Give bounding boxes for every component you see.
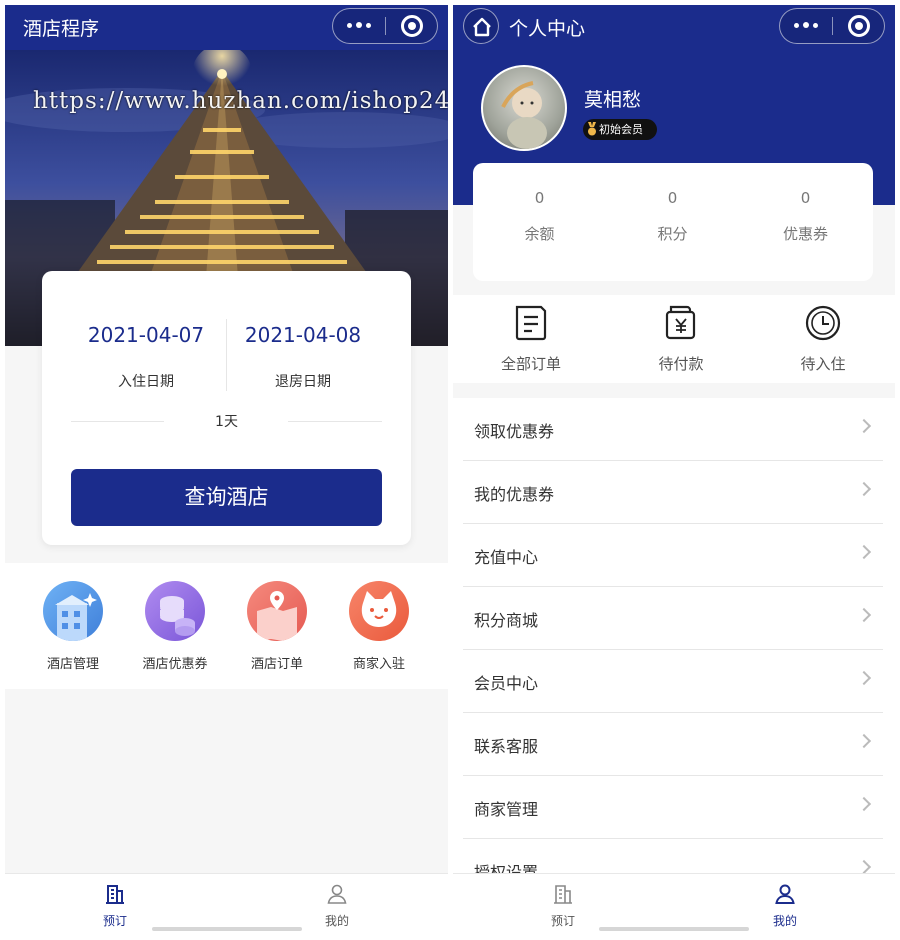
stat-points[interactable]: 0 积分 [606,189,739,244]
map-pin-icon [247,581,307,641]
booking-card: 2021-04-07 入住日期 2021-04-08 退房日期 1天 查询酒店 [42,271,411,545]
hotel-building-icon [43,581,103,641]
chevron-right-icon [856,418,872,434]
order-all[interactable]: 全部订单 [461,303,601,374]
checkin-date[interactable]: 2021-04-07 [66,323,226,347]
user-name: 莫相愁 [584,89,642,111]
stat-value: 0 [534,189,545,207]
menu-capsule[interactable] [779,8,885,44]
chevron-right-icon [856,796,872,812]
menu-item-label: 充值中心 [474,548,539,567]
chevron-right-icon [856,481,872,497]
nights-line-right [288,421,382,422]
shortcut-merchant-join[interactable]: 商家入驻 [328,581,430,672]
stat-balance[interactable]: 0 余额 [473,189,606,244]
close-mini-program-icon[interactable] [401,15,423,37]
tab-mine[interactable]: 我的 [277,882,397,929]
tab-booking[interactable]: 预订 [503,882,623,929]
menu-item-label: 会员中心 [474,674,539,693]
menu-item-label: 积分商城 [474,611,539,630]
menu-item-label: 领取优惠券 [474,422,555,441]
member-level: 初始会员 [599,123,643,136]
home-indicator [151,927,302,931]
page-title: 酒店程序 [23,18,100,40]
menu-item-customer-service[interactable]: 联系客服 [463,713,883,776]
yuan-wallet-icon [665,305,696,340]
more-icon[interactable] [794,15,820,35]
menu-item-label: 联系客服 [474,737,539,756]
shortcut-label: 酒店订单 [250,657,303,672]
shortcut-hotel-order[interactable]: 酒店订单 [226,581,328,672]
order-label: 待入住 [800,355,846,373]
menu-item-merchant-management[interactable]: 商家管理 [463,776,883,839]
tab-mine[interactable]: 我的 [725,882,845,929]
tab-bar: 预订 我的 [453,873,895,935]
stat-label: 余额 [524,225,555,243]
medal-icon [588,122,596,136]
building-icon [554,885,572,904]
shortcut-hotel-management[interactable]: 酒店管理 [22,581,124,672]
shortcut-label: 酒店管理 [46,657,99,672]
order-label: 全部订单 [500,355,561,373]
menu-item-label: 我的优惠券 [474,485,555,504]
chevron-right-icon [856,670,872,686]
coin-stack-icon [145,581,205,641]
order-shortcuts: 全部订单 待付款 待入住 [453,295,895,383]
home-indicator [599,927,749,931]
building-icon [106,885,124,904]
menu-item-points-mall[interactable]: 积分商城 [463,587,883,650]
member-badge: 初始会员 [583,119,657,140]
chevron-right-icon [856,544,872,560]
stat-label: 优惠券 [782,225,828,243]
navbar: 个人中心 [453,5,895,50]
stat-coupons[interactable]: 0 优惠券 [739,189,872,244]
booking-screen: 酒店程序 https://www.huzhan.com/ishop24 2021… [5,5,448,935]
menu-item-member-center[interactable]: 会员中心 [463,650,883,713]
user-icon [775,884,795,904]
order-label: 待付款 [658,355,704,373]
capsule-divider [385,17,386,35]
capsule-divider [832,17,833,35]
navbar: 酒店程序 [5,5,448,50]
tab-bar: 预订 我的 [5,873,448,935]
more-icon[interactable] [347,15,373,35]
shortcut-label: 酒店优惠券 [142,657,208,672]
search-hotel-button[interactable]: 查询酒店 [71,469,382,526]
close-mini-program-icon[interactable] [848,15,870,37]
tab-booking[interactable]: 预订 [55,882,175,929]
shortcut-label: 商家入驻 [352,657,405,672]
order-pending-checkin[interactable]: 待入住 [753,303,893,374]
shortcut-hotel-coupon[interactable]: 酒店优惠券 [124,581,226,672]
user-icon [327,884,347,904]
home-button[interactable] [463,8,499,44]
checkout-label: 退房日期 [275,374,331,390]
avatar[interactable] [481,65,567,151]
settings-menu: 领取优惠券 我的优惠券 充值中心 积分商城 会员中心 联系客服 商家管理 授权设… [453,398,895,902]
watermark-text: https://www.huzhan.com/ishop24587 [33,88,448,114]
menu-item-recharge[interactable]: 充值中心 [463,524,883,587]
chevron-right-icon [856,733,872,749]
menu-capsule[interactable] [332,8,438,44]
order-list-icon [515,305,547,341]
menu-item-get-coupon[interactable]: 领取优惠券 [463,398,883,461]
order-pending-payment[interactable]: 待付款 [611,303,751,374]
shortcut-grid: 酒店管理 酒店优惠券 酒店订单 商家入驻 [5,563,448,689]
profile-screen: 个人中心 莫相愁 初始会员 0 余额 0 积分 0 优惠券 全部订单 待付款 待… [453,5,895,935]
cat-face-icon [349,581,409,641]
menu-item-label: 商家管理 [474,800,539,819]
checkout-date[interactable]: 2021-04-08 [223,323,383,347]
chevron-right-icon [856,859,872,875]
chevron-right-icon [856,607,872,623]
clock-icon [805,305,841,341]
avatar-image [501,81,547,149]
checkin-label: 入住日期 [118,374,174,390]
home-icon [473,17,491,37]
stat-value: 0 [667,189,678,207]
page-title: 个人中心 [509,18,586,40]
stat-label: 积分 [657,225,688,243]
stat-value: 0 [800,189,811,207]
menu-item-my-coupons[interactable]: 我的优惠券 [463,461,883,524]
stats-card: 0 余额 0 积分 0 优惠券 [473,163,873,281]
